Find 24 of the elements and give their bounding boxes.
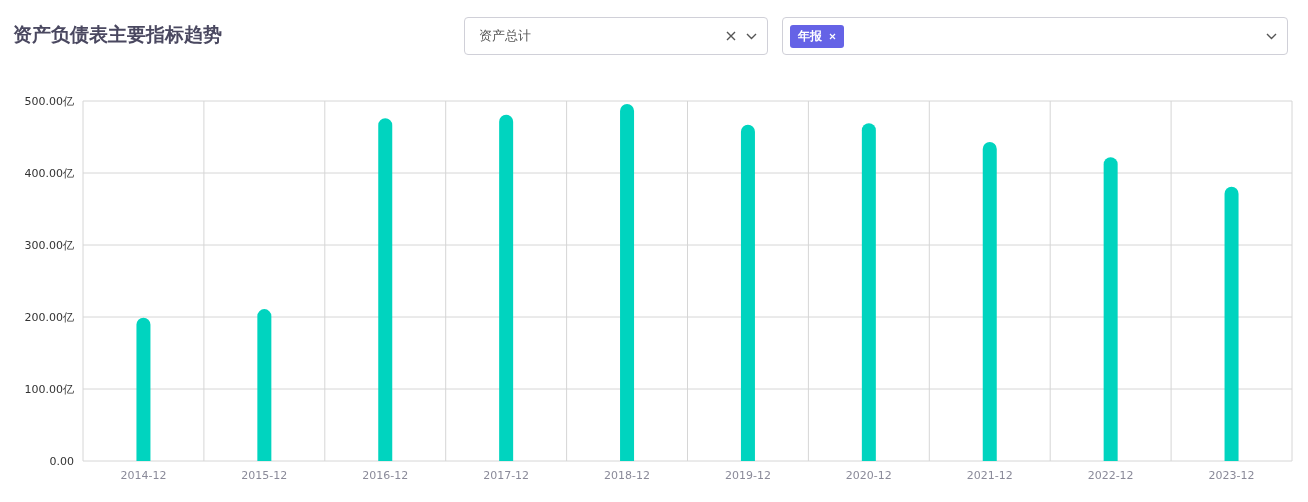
y-tick-label: 500.00亿 xyxy=(24,95,74,108)
x-tick-label: 2018-12 xyxy=(604,469,651,482)
chevron-down-icon xyxy=(1266,32,1277,40)
tag-label: 年报 xyxy=(798,27,822,45)
x-tick-label: 2019-12 xyxy=(724,469,771,482)
page-title: 资产负债表主要指标趋势 xyxy=(13,22,223,47)
x-tick-label: 2021-12 xyxy=(966,469,1013,482)
x-tick-label: 2017-12 xyxy=(483,469,530,482)
x-tick-label: 2023-12 xyxy=(1208,469,1255,482)
x-tick-label: 2014-12 xyxy=(120,469,167,482)
y-tick-label: 300.00亿 xyxy=(24,239,74,252)
y-tick-label: 200.00亿 xyxy=(24,311,74,324)
period-select[interactable]: 年报 xyxy=(782,17,1288,55)
y-tick-label: 0.00 xyxy=(49,455,74,468)
x-tick-label: 2022-12 xyxy=(1087,469,1134,482)
remove-tag-icon[interactable] xyxy=(829,32,836,40)
x-tick-label: 2016-12 xyxy=(362,469,409,482)
clear-icon[interactable] xyxy=(726,31,736,41)
y-tick-label: 100.00亿 xyxy=(24,383,74,396)
y-tick-label: 400.00亿 xyxy=(24,167,74,180)
chevron-down-icon xyxy=(746,32,757,40)
indicator-select[interactable]: 资产总计 xyxy=(464,17,768,55)
x-tick-label: 2015-12 xyxy=(241,469,288,482)
x-tick-label: 2020-12 xyxy=(845,469,892,482)
